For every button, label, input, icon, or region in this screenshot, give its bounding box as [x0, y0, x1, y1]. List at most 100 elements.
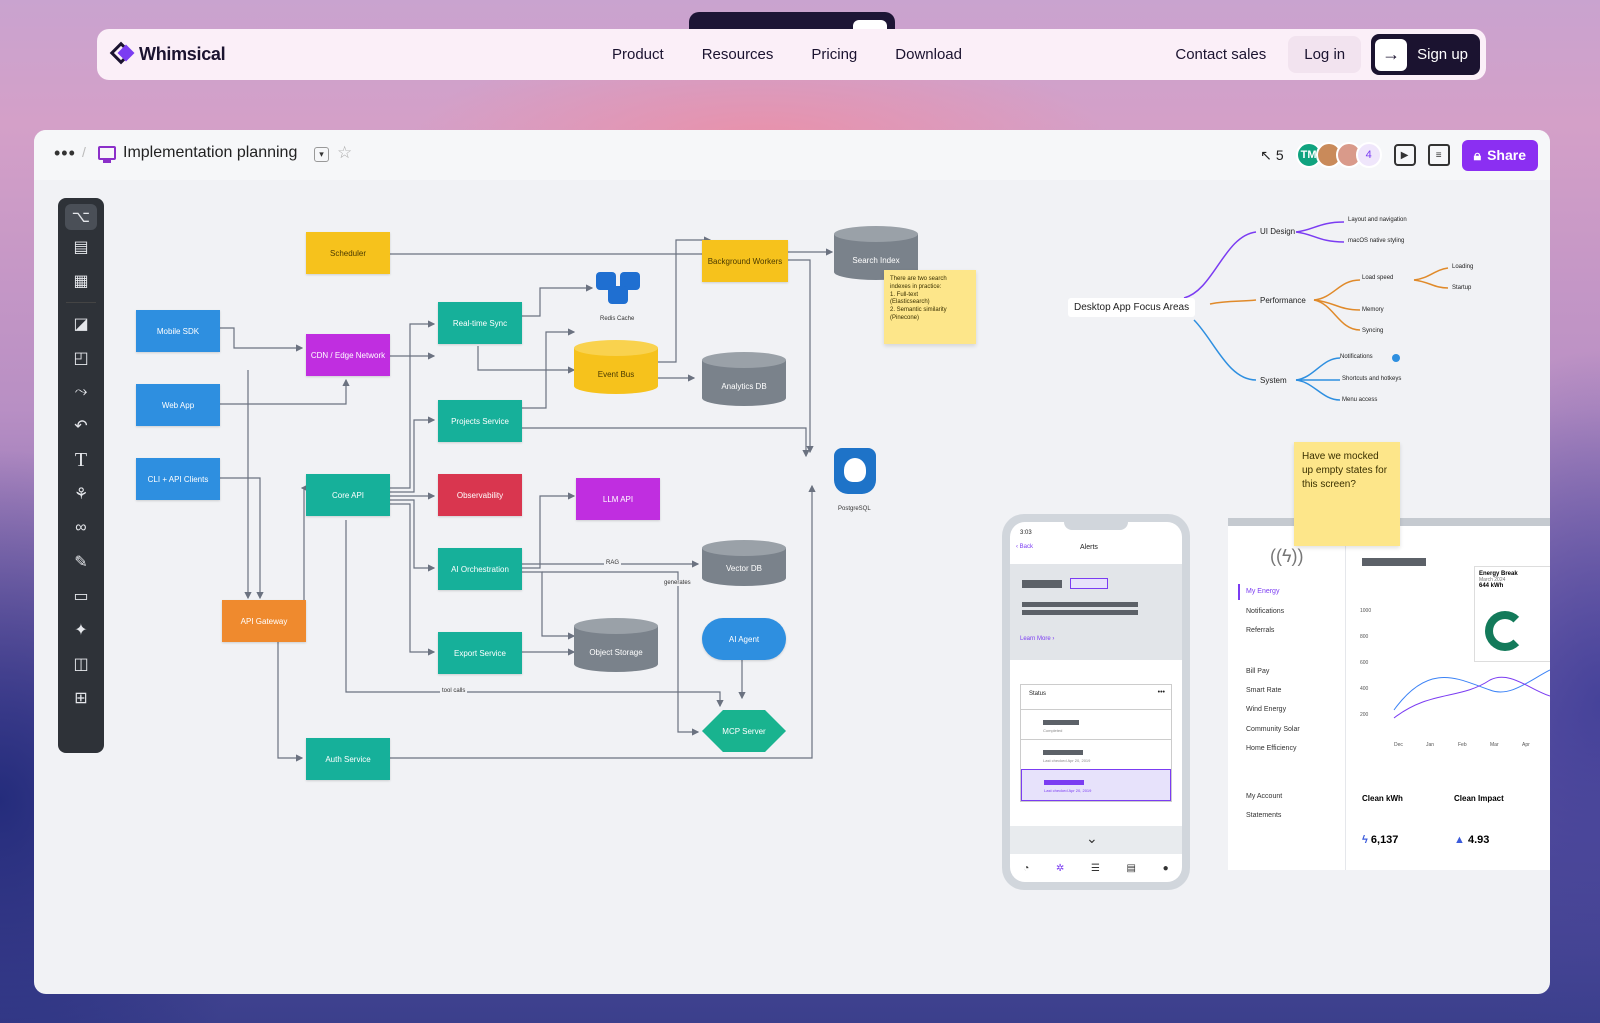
energy-nav-item[interactable]: Notifications [1246, 608, 1284, 615]
mindmap-node[interactable]: Startup [1452, 285, 1471, 291]
list-icon[interactable]: ☰ [1091, 863, 1100, 874]
phone-wireframe[interactable]: 3:03 ‹ Back Alerts Learn More › Status •… [1002, 514, 1190, 890]
mindmap-node[interactable]: Shortcuts and hotkeys [1342, 376, 1401, 382]
breadcrumb-separator: / [82, 144, 86, 160]
nav-link-pricing[interactable]: Pricing [811, 46, 857, 63]
clean-impact-value: ▲ 4.93 [1454, 834, 1489, 846]
board-header: ••• / Implementation planning ▾ ☆ ↖ 5 TM… [34, 130, 1550, 180]
chevron-down-icon[interactable]: ⌄ [1086, 830, 1098, 847]
energy-line-chart: 1000 800 600 400 200 Dec Jan Feb Mar Apr [1360, 608, 1550, 748]
learn-more-link[interactable]: Learn More › [1020, 636, 1054, 642]
more-icon[interactable]: ••• [1158, 689, 1165, 696]
board-canvas[interactable]: Scheduler Mobile SDK Web App CLI + API C… [34, 180, 1550, 994]
whimsical-logo-icon [109, 41, 135, 65]
nav-link-product[interactable]: Product [612, 46, 664, 63]
brand-logo[interactable]: Whimsical [109, 41, 226, 65]
map-strip: ⌄ [1010, 826, 1182, 854]
collaborator-avatars[interactable]: TM 4 [1295, 142, 1382, 168]
nav-link-resources[interactable]: Resources [702, 46, 774, 63]
phone-title: Alerts [1080, 544, 1098, 551]
board-icon [98, 146, 116, 163]
clean-impact-label: Clean Impact [1454, 794, 1504, 803]
mindmap-node[interactable]: Syncing [1362, 328, 1383, 334]
clean-kwh-value: ϟ 6,137 [1362, 834, 1398, 846]
mindmap-node[interactable]: Menu access [1342, 397, 1377, 403]
mindmap-node[interactable]: Performance [1260, 296, 1306, 305]
energy-nav-item[interactable]: Home Efficiency [1246, 745, 1296, 752]
chevron-down-icon[interactable]: ▾ [314, 147, 329, 162]
arrow-right-icon: → [1375, 38, 1408, 71]
mindmap-node[interactable]: Layout and navigation [1348, 217, 1407, 223]
lock-icon: 🔒︎ [1473, 146, 1482, 163]
mindmap-node[interactable]: Loading [1452, 264, 1473, 270]
sticky-note-question[interactable]: Have we mocked up empty states for this … [1294, 442, 1400, 546]
nav-actions: Contact sales Log in → Sign up [1175, 34, 1480, 75]
back-link[interactable]: ‹ Back [1016, 544, 1033, 550]
energy-nav-item[interactable]: My Account [1246, 793, 1282, 800]
mindmap-node[interactable]: Notifications [1340, 354, 1373, 360]
energy-nav-item[interactable]: Bill Pay [1246, 668, 1269, 675]
energy-card-value: 644 kWh [1479, 583, 1504, 589]
nav-links: Product Resources Pricing Download [612, 29, 962, 80]
cursor-count-value: 5 [1275, 147, 1284, 163]
site-nav: Whimsical Product Resources Pricing Down… [97, 29, 1486, 80]
cursor-count[interactable]: ↖ 5 [1260, 147, 1284, 164]
x-tick: Mar [1490, 742, 1499, 748]
star-icon[interactable]: ☆ [337, 143, 352, 163]
clean-kwh-label: Clean kWh [1362, 794, 1403, 803]
contact-sales-link[interactable]: Contact sales [1175, 46, 1266, 63]
status-title: Status [1029, 691, 1047, 697]
board-title[interactable]: Implementation planning [123, 144, 297, 162]
energy-nav-item[interactable]: Statements [1246, 812, 1281, 819]
row-subtitle: Last checked Apr 20, 2019 [1043, 758, 1091, 763]
y-tick: 200 [1360, 712, 1369, 718]
placeholder-bar [1362, 558, 1426, 566]
cursor-arrow-icon: ↖ [1260, 146, 1272, 163]
login-button[interactable]: Log in [1288, 36, 1362, 73]
bolt-icon: ϟ [1362, 834, 1371, 846]
nav-link-download[interactable]: Download [895, 46, 962, 63]
row-subtitle: Completed [1043, 728, 1063, 733]
share-button[interactable]: 🔒︎ Share [1461, 139, 1538, 171]
energy-nav-item[interactable]: Referrals [1246, 627, 1274, 634]
clean-kwh-number: 6,137 [1370, 834, 1399, 846]
signup-button[interactable]: → Sign up [1371, 34, 1480, 75]
tree-icon: ▲ [1454, 834, 1468, 846]
energy-wireframe[interactable]: ((ϟ)) My Energy Notifications Referrals … [1228, 518, 1550, 870]
energy-nav-item[interactable]: Smart Rate [1246, 687, 1281, 694]
mindmap-node[interactable]: Memory [1362, 307, 1384, 313]
brand-name: Whimsical [139, 43, 226, 64]
network-icon[interactable]: ✲ [1056, 863, 1064, 874]
phone-time: 3:03 [1020, 530, 1032, 536]
mindmap-root[interactable]: Desktop App Focus Areas [1068, 298, 1196, 317]
y-tick: 1000 [1360, 608, 1371, 614]
status-row-selected[interactable]: Last checked Apr 20, 2019 [1021, 769, 1171, 801]
header-actions: ↖ 5 TM 4 ▶ ≡ 🔒︎ Share [1260, 139, 1538, 171]
user-icon[interactable]: ● [1163, 863, 1169, 874]
energy-nav-item[interactable]: Wind Energy [1246, 706, 1286, 713]
y-tick: 800 [1360, 634, 1369, 640]
status-row[interactable]: Last checked Apr 20, 2019 [1021, 739, 1171, 769]
mindmap-node[interactable]: System [1260, 376, 1287, 385]
clean-impact-number: 4.93 [1467, 834, 1490, 846]
phone-banner: Learn More › [1010, 564, 1182, 660]
mindmap-node[interactable]: Load speed [1362, 275, 1393, 281]
mindmap-node[interactable]: macOS native styling [1348, 238, 1404, 244]
energy-nav-item[interactable]: My Energy [1246, 588, 1279, 595]
app-window: ••• / Implementation planning ▾ ☆ ↖ 5 TM… [34, 130, 1550, 994]
y-tick: 400 [1360, 686, 1369, 692]
more-menu-icon[interactable]: ••• [54, 143, 76, 164]
x-tick: Apr [1522, 742, 1530, 748]
energy-sidebar: ((ϟ)) My Energy Notifications Referrals … [1228, 526, 1346, 870]
present-play-icon[interactable]: ▶ [1393, 144, 1416, 166]
status-card: Status ••• Completed Last checked Apr 20… [1020, 684, 1172, 802]
mindmap-node[interactable]: UI Design [1260, 227, 1295, 236]
document-icon[interactable]: ▤ [1127, 863, 1136, 874]
status-row[interactable]: Completed [1021, 709, 1171, 739]
home-icon[interactable]: ◔ [1023, 863, 1029, 874]
energy-nav-item[interactable]: Community Solar [1246, 726, 1300, 733]
x-tick: Feb [1458, 742, 1467, 748]
share-label: Share [1487, 147, 1526, 163]
comments-icon[interactable]: ≡ [1427, 144, 1450, 166]
x-tick: Jan [1426, 742, 1434, 748]
